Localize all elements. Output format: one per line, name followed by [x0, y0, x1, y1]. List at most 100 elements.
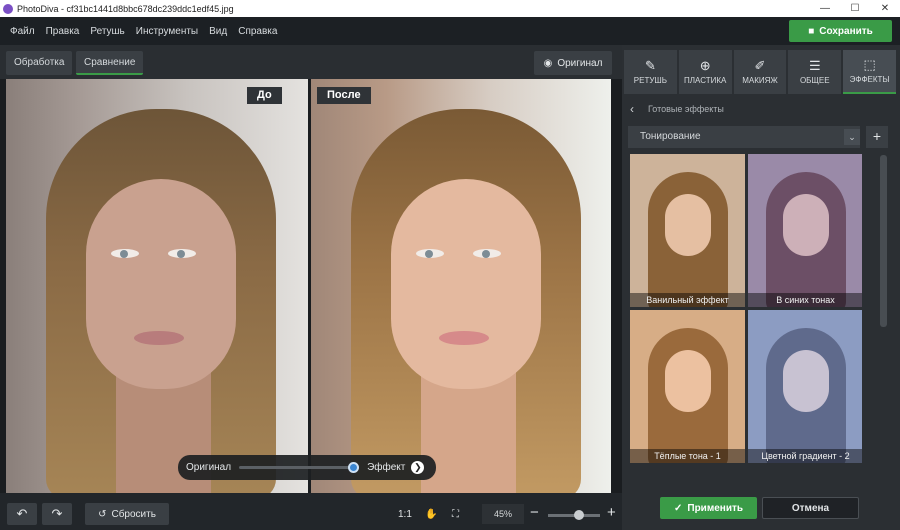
right-eye-shape — [473, 249, 501, 258]
effect-caption: Ванильный эффект — [630, 293, 745, 307]
tab-makeup-label: МАКИЯЖ — [742, 76, 778, 85]
menu-edit[interactable]: Правка — [46, 26, 80, 37]
reset-button[interactable]: ↺ Сбросить — [85, 503, 169, 525]
effect-preview-face — [783, 350, 829, 412]
tab-retouch-label: РЕТУШЬ — [633, 76, 668, 85]
tab-retouch[interactable]: ✎ РЕТУШЬ — [624, 50, 677, 94]
app-logo-icon — [3, 3, 13, 14]
view-toolbar: Обработка Сравнение ◉ Оригинал — [0, 45, 622, 79]
title-bar: PhotoDiva - cf31bc1441d8bbc678dc239ddc1e… — [0, 0, 900, 17]
redo-button[interactable]: ↷ — [42, 503, 72, 525]
actual-size-button[interactable]: 1:1 — [398, 509, 412, 520]
original-button-label: Оригинал — [557, 57, 603, 69]
tab-makeup[interactable]: ✐ МАКИЯЖ — [733, 50, 787, 94]
menu-view[interactable]: Вид — [209, 26, 227, 37]
breadcrumb-label: Готовые эффекты — [648, 104, 724, 114]
tab-plastic[interactable]: ⊕ ПЛАСТИКА — [678, 50, 732, 94]
check-icon: ✓ — [673, 502, 683, 514]
after-photo: После — [311, 79, 611, 493]
face-shape — [86, 179, 236, 389]
cancel-button[interactable]: Отмена — [762, 497, 859, 519]
effect-strength-slider: Оригинал Эффект ❯ — [178, 455, 436, 480]
slider-right-label: Эффект — [367, 462, 406, 473]
face-shape — [391, 179, 541, 389]
left-eye-shape — [111, 249, 139, 258]
panel-tabs: ✎ РЕТУШЬ ⊕ ПЛАСТИКА ✐ МАКИЯЖ ☰ ОБЩЕЕ ⬚ ЭФФЕКТ… — [624, 50, 896, 94]
tab-effects[interactable]: ⬚ ЭФФЕКТЫ — [843, 50, 896, 94]
right-eye-shape — [168, 249, 196, 258]
image-canvas[interactable]: До После — [0, 79, 622, 493]
zoom-out-icon[interactable]: − — [530, 504, 539, 521]
retouch-icon: ✎ — [644, 58, 656, 73]
effects-icon: ⬚ — [863, 57, 876, 72]
effect-preview-face — [783, 194, 829, 256]
strength-knob[interactable] — [348, 462, 360, 473]
menu-tools[interactable]: Инструменты — [136, 26, 198, 37]
slider-left-label: Оригинал — [186, 462, 232, 473]
left-eye-shape — [416, 249, 444, 258]
effects-scrollbar[interactable] — [880, 155, 887, 327]
floppy-disk-icon: ■ — [808, 25, 815, 37]
fit-to-screen-icon[interactable]: ⛶ — [452, 509, 459, 520]
mouth-shape — [134, 331, 184, 345]
redo-icon: ↷ — [51, 506, 63, 521]
window-title: PhotoDiva - cf31bc1441d8bbc678dc239ddc1e… — [17, 3, 234, 14]
zoom-in-icon[interactable]: + — [607, 504, 616, 521]
tools-panel: ✎ РЕТУШЬ ⊕ ПЛАСТИКА ✐ МАКИЯЖ ☰ ОБЩЕЕ ⬚ ЭФФЕКТ… — [622, 45, 900, 530]
plastic-icon: ⊕ — [699, 58, 711, 73]
zoom-level[interactable]: 45% — [482, 504, 524, 524]
cancel-button-label: Отмена — [791, 502, 830, 514]
menu-bar: Файл Правка Ретушь Инструменты Вид Справ… — [0, 17, 900, 45]
effect-card[interactable]: Ванильный эффект — [630, 154, 745, 307]
apply-button[interactable]: ✓ Применить — [660, 497, 757, 519]
original-button[interactable]: ◉ Оригинал — [534, 51, 612, 75]
chevron-right-icon[interactable]: ❯ — [411, 461, 425, 474]
effect-card[interactable]: Тёплые тона - 1 — [630, 310, 745, 463]
add-effect-button[interactable]: + — [866, 126, 888, 148]
effect-caption: Тёплые тона - 1 — [630, 449, 745, 463]
general-icon: ☰ — [808, 58, 821, 73]
tab-comparison[interactable]: Сравнение — [76, 51, 144, 75]
save-button-label: Сохранить — [819, 25, 873, 37]
undo-icon: ↶ — [16, 506, 28, 521]
minimize-button[interactable]: — — [810, 0, 840, 17]
save-button[interactable]: ■ Сохранить — [789, 20, 892, 42]
menu-retouch[interactable]: Ретушь — [90, 26, 124, 37]
effect-category-select[interactable]: Тонирование ⌄ — [628, 126, 860, 148]
hand-tool-icon[interactable]: ✋ — [425, 509, 437, 520]
tab-effects-label: ЭФФЕКТЫ — [849, 75, 890, 84]
tab-general-label: ОБЩЕЕ — [799, 76, 830, 85]
effect-card[interactable]: В синих тонах — [748, 154, 862, 307]
undo-button[interactable]: ↶ — [7, 503, 37, 525]
category-value: Тонирование — [640, 131, 701, 142]
apply-button-label: Применить — [687, 502, 744, 514]
after-label: После — [317, 87, 371, 104]
menu-help[interactable]: Справка — [238, 26, 277, 37]
effect-card[interactable]: Цветной градиент - 2 — [748, 310, 862, 463]
makeup-icon: ✐ — [754, 58, 766, 73]
maximize-button[interactable]: ☐ — [840, 0, 870, 17]
breadcrumb: ‹ Готовые эффекты — [630, 102, 724, 116]
effects-grid: Ванильный эффект В синих тонах Тёплые то… — [628, 154, 862, 470]
tab-plastic-label: ПЛАСТИКА — [684, 76, 727, 85]
close-button[interactable]: ✕ — [870, 0, 900, 17]
bottom-bar: ↶ ↷ ↺ Сбросить 1:1 ✋ ⛶ 45% − + — [0, 495, 622, 530]
mouth-shape — [439, 331, 489, 345]
effect-caption: Цветной градиент - 2 — [748, 449, 862, 463]
chevron-down-icon: ⌄ — [844, 129, 860, 145]
plus-icon: + — [872, 128, 882, 144]
eye-icon: ◉ — [543, 57, 553, 69]
before-label: До — [247, 87, 282, 104]
menu-file[interactable]: Файл — [10, 26, 35, 37]
effect-preview-face — [665, 194, 711, 256]
strength-track[interactable] — [239, 462, 360, 473]
zoom-slider-knob[interactable] — [574, 510, 585, 520]
tab-general[interactable]: ☰ ОБЩЕЕ — [788, 50, 842, 94]
reset-icon: ↺ — [98, 508, 107, 520]
effect-caption: В синих тонах — [748, 293, 862, 307]
tab-processing[interactable]: Обработка — [6, 51, 73, 75]
before-photo: До — [6, 79, 308, 493]
effect-preview-face — [665, 350, 711, 412]
reset-button-label: Сбросить — [111, 508, 156, 520]
back-arrow-icon[interactable]: ‹ — [630, 102, 634, 116]
